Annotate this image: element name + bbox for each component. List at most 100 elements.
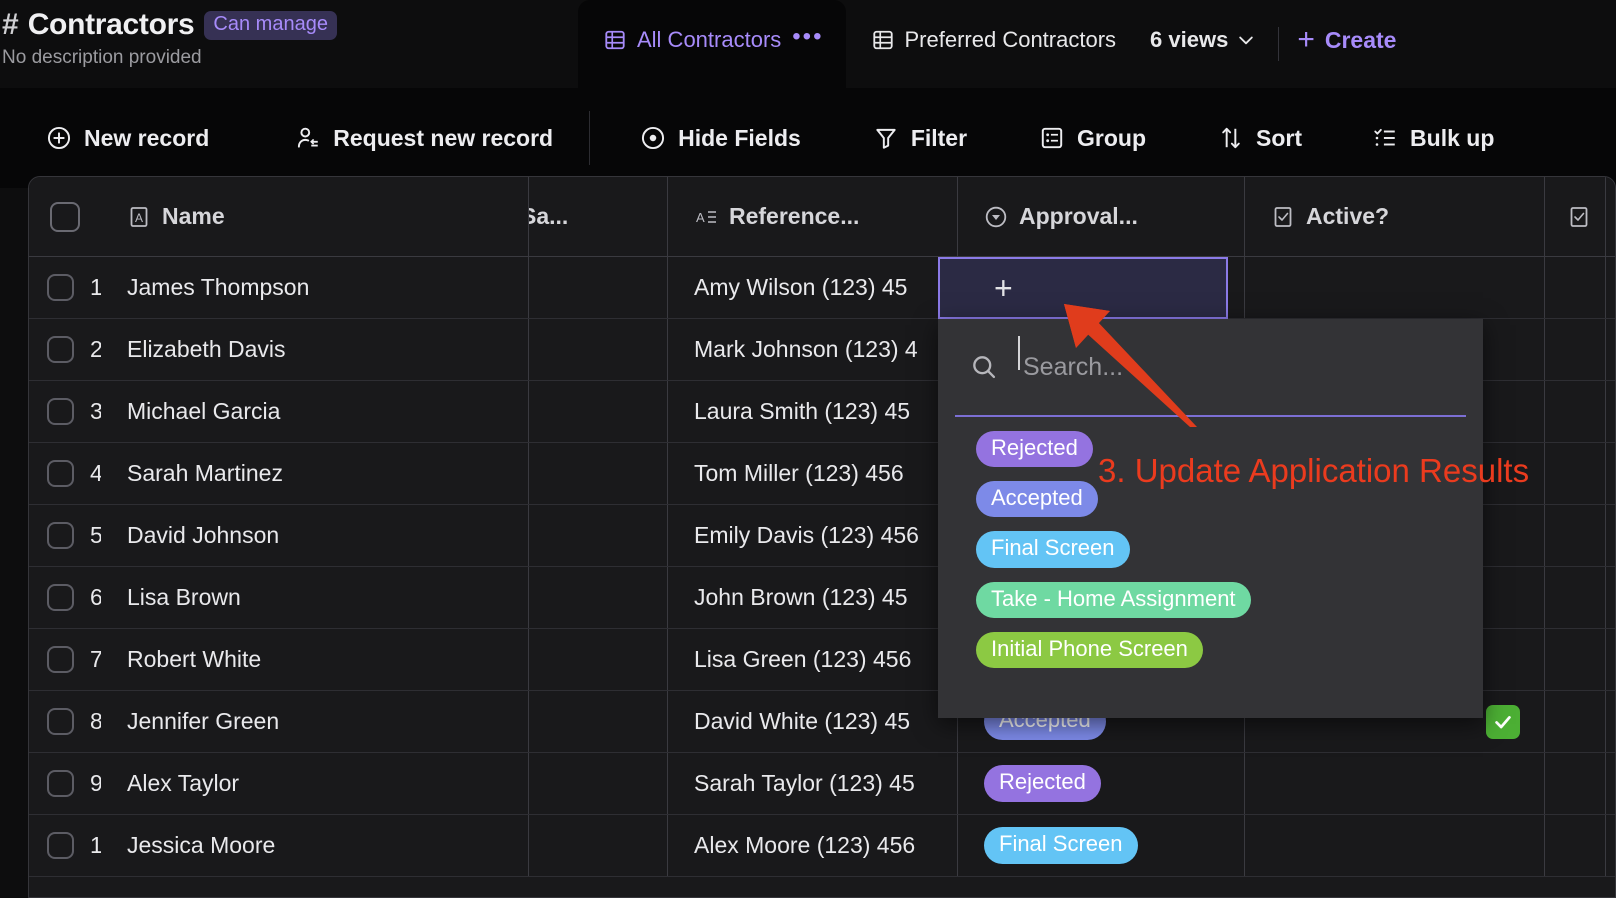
cell-reference[interactable]: Laura Smith (123) 45 [668,381,958,442]
column-header-name[interactable]: A Name [101,177,529,256]
column-header-salary[interactable]: Sa... [529,177,668,256]
column-label: Name [162,203,225,229]
row-select-checkbox[interactable]: 10 [29,815,101,876]
cell-name[interactable]: James Thompson [101,257,529,318]
cell-trailing[interactable] [1545,257,1606,318]
cell-name[interactable]: Lisa Brown [101,567,529,628]
row-select-checkbox[interactable]: 8 [29,691,101,752]
tab-preferred-contractors[interactable]: Preferred Contractors [846,0,1139,88]
cell-reference[interactable]: Alex Moore (123) 456 [668,815,958,876]
cell-salary[interactable] [529,753,668,814]
cell-salary[interactable] [529,815,668,876]
table-row[interactable]: 9Alex Taylor Sarah Taylor (123) 45 Rejecte… [29,753,1615,815]
cell-salary[interactable] [529,443,668,504]
column-header-active[interactable]: Active? [1245,177,1545,256]
cell-reference[interactable]: John Brown (123) 45 [668,567,958,628]
button-label: Group [1077,124,1147,151]
table-row[interactable]: 10Jessica Moore Alex Moore (123) 456 Final… [29,815,1615,877]
cell-name[interactable]: Robert White [101,629,529,690]
row-select-checkbox[interactable]: 5 [29,505,101,566]
search-placeholder: Search... [1023,352,1124,381]
sort-button[interactable]: Sort [1196,108,1324,168]
column-header-approval[interactable]: Approval... [958,177,1245,256]
cell-active[interactable] [1245,753,1545,814]
filter-button[interactable]: Filter [851,108,989,168]
column-label: Active? [1306,203,1390,229]
cell-salary[interactable] [529,319,668,380]
group-button[interactable]: Group [1017,108,1168,168]
row-select-checkbox[interactable]: 1 [29,257,101,318]
cell-trailing[interactable] [1545,319,1606,380]
cell-reference[interactable]: Mark Johnson (123) 4 [668,319,958,380]
cell-salary[interactable] [529,629,668,690]
top-bar: # Contractors Can manage No description … [0,0,1616,88]
cell-reference[interactable]: Sarah Taylor (123) 45 [668,753,958,814]
tab-overflow-icon[interactable]: ••• [792,25,823,49]
cell-trailing[interactable] [1545,505,1606,566]
cell-reference[interactable]: Tom Miller (123) 456 [668,443,958,504]
cell-name[interactable]: Sarah Martinez [101,443,529,504]
dropdown-option[interactable]: Initial Phone Screen [976,631,1483,668]
select-all-checkbox[interactable] [29,177,101,256]
cell-salary[interactable] [529,567,668,628]
plus-circle-icon [47,126,71,150]
selected-cell-approval-row-1[interactable]: + [938,257,1228,319]
cell-trailing[interactable] [1545,753,1606,814]
table-row[interactable]: 1James Thompson Amy Wilson (123) 45 [29,257,1615,319]
cell-name[interactable]: Alex Taylor [101,753,529,814]
cell-reference[interactable]: Amy Wilson (123) 45 [668,257,958,318]
dropdown-search-input[interactable]: Search... [1018,335,1453,382]
row-select-checkbox[interactable]: 9 [29,753,101,814]
cell-name[interactable]: Jennifer Green [101,691,529,752]
cell-trailing[interactable] [1545,443,1606,504]
column-header-reference[interactable]: A Reference... [668,177,958,256]
cell-trailing[interactable] [1545,567,1606,628]
cell-salary[interactable] [529,505,668,566]
cell-trailing[interactable] [1545,381,1606,442]
row-select-checkbox[interactable]: 2 [29,319,101,380]
row-number: 5 [90,522,101,549]
views-count-dropdown[interactable]: 6 views [1138,0,1260,88]
checkbox-field-icon [1274,206,1292,227]
row-select-checkbox[interactable]: 7 [29,629,101,690]
dropdown-search-row[interactable]: Search... [938,319,1483,415]
column-header-trailing[interactable] [1545,177,1606,256]
cell-reference[interactable]: Lisa Green (123) 456 [668,629,958,690]
cell-name[interactable]: Elizabeth Davis [101,319,529,380]
toolbar-divider [589,111,591,165]
cell-reference[interactable]: David White (123) 45 [668,691,958,752]
hide-fields-button[interactable]: Hide Fields [618,108,823,168]
checkbox-icon [47,398,74,425]
cell-trailing[interactable] [1545,815,1606,876]
toolbar-divider [1278,27,1280,61]
dropdown-option[interactable]: Final Screen [976,531,1483,568]
bulk-update-icon [1374,128,1395,146]
cell-name[interactable]: David Johnson [101,505,529,566]
bulk-update-button[interactable]: Bulk up [1350,108,1516,168]
tab-label: Preferred Contractors [904,27,1117,52]
cell-active[interactable] [1245,815,1545,876]
cell-approval[interactable]: Rejected [958,753,1245,814]
cell-reference[interactable]: Emily Davis (123) 456 [668,505,958,566]
request-new-record-button[interactable]: Request new record [273,108,575,168]
checkbox-icon [47,460,74,487]
grid-view-icon [605,30,625,50]
cell-salary[interactable] [529,381,668,442]
cell-trailing[interactable] [1545,629,1606,690]
cell-name[interactable]: Michael Garcia [101,381,529,442]
cell-active[interactable] [1245,257,1545,318]
cell-salary[interactable] [529,257,668,318]
cell-salary[interactable] [529,691,668,752]
row-select-checkbox[interactable]: 6 [29,567,101,628]
text-caret [1018,335,1020,370]
new-record-button[interactable]: New record [24,108,231,168]
cell-name[interactable]: Jessica Moore [101,815,529,876]
row-select-checkbox[interactable]: 3 [29,381,101,442]
row-select-checkbox[interactable]: 4 [29,443,101,504]
grid-header-row: A Name Sa... A Reference... [29,177,1615,257]
cell-trailing[interactable] [1545,691,1606,752]
cell-approval[interactable]: Final Screen [958,815,1245,876]
tab-all-contractors[interactable]: All Contractors ••• [578,0,846,88]
create-view-button[interactable]: + Create [1297,0,1396,88]
dropdown-option[interactable]: Take - Home Assignment [976,581,1483,618]
